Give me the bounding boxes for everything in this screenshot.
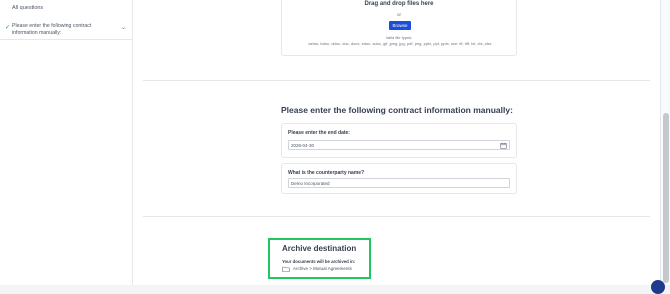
- archive-destination-box: Archive destination Your documents will …: [268, 238, 371, 279]
- archive-subtitle: Your documents will be archived in:: [282, 259, 356, 264]
- browse-button[interactable]: Browse: [389, 21, 411, 30]
- check-icon: ✓: [5, 25, 11, 31]
- end-date-input[interactable]: 2026-04-30: [288, 140, 510, 150]
- counterparty-value: Demo Incorporated: [291, 181, 330, 186]
- main-content: Drag and drop files here or Browse Valid…: [133, 0, 660, 285]
- counterparty-input[interactable]: Demo Incorporated: [288, 178, 510, 188]
- archive-title: Archive destination: [282, 244, 357, 253]
- sidebar: All questions ✓ Please enter the followi…: [0, 0, 133, 285]
- section-divider: [143, 80, 650, 81]
- scrollbar-thumb[interactable]: [663, 113, 669, 283]
- counterparty-card: What is the counterparty name? Demo Inco…: [281, 163, 517, 194]
- calendar-icon[interactable]: [500, 142, 507, 149]
- section-divider: [143, 216, 650, 217]
- end-date-card: Please enter the end date: 2026-04-30: [281, 123, 517, 158]
- end-date-value: 2026-04-30: [291, 143, 315, 148]
- file-drop-zone[interactable]: Drag and drop files here or Browse Valid…: [281, 0, 517, 56]
- valid-types-label: Valid file types:: [385, 35, 413, 40]
- help-chat-button[interactable]: [651, 280, 665, 294]
- archive-path: Archive > Mutual Agreements: [293, 266, 352, 271]
- valid-types-list: aeiou, bdoc, ddoc, doc, docx, edoc, sdoc…: [308, 41, 492, 46]
- drop-zone-title: Drag and drop files here: [364, 1, 434, 7]
- end-date-question: Please enter the end date:: [288, 130, 350, 136]
- sidebar-item-label: Please enter the following contract info…: [12, 23, 92, 36]
- drop-zone-or: or: [396, 12, 401, 17]
- folder-icon: [282, 266, 290, 272]
- sidebar-item-contract-info[interactable]: ✓ Please enter the following contract in…: [0, 18, 133, 40]
- chevron-down-icon[interactable]: ⌄: [121, 24, 126, 31]
- scrollbar[interactable]: [660, 0, 670, 285]
- all-questions-link[interactable]: All questions: [12, 5, 43, 11]
- contract-section-title: Please enter the following contract info…: [281, 105, 513, 115]
- counterparty-question: What is the counterparty name?: [288, 170, 365, 176]
